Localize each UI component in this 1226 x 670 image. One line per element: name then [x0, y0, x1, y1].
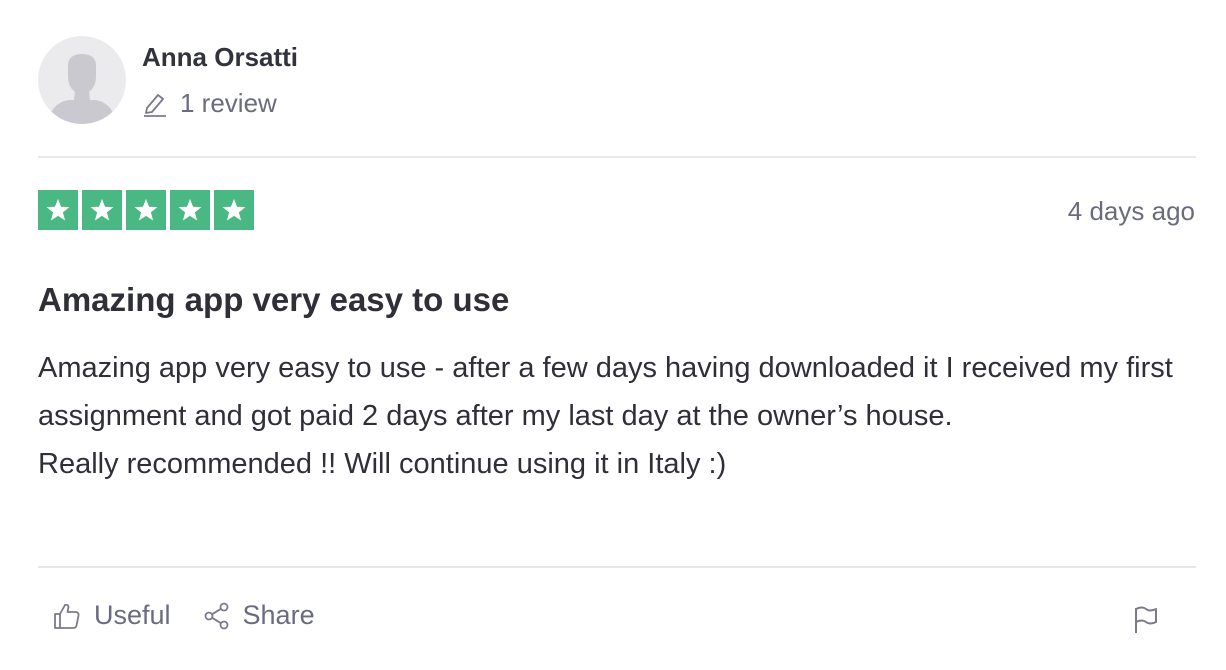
- star-icon: [178, 198, 202, 221]
- reviewer-header: Anna Orsatti 1 review: [38, 36, 1196, 126]
- review-actions: Useful Share: [52, 600, 347, 631]
- review-title[interactable]: Amazing app very easy to use: [38, 281, 509, 319]
- star-box: [38, 190, 78, 230]
- useful-label: Useful: [94, 600, 171, 630]
- pencil-icon: [144, 93, 166, 117]
- header-divider: [38, 156, 1196, 158]
- thumbs-up-icon: [54, 603, 80, 629]
- star-icon: [134, 198, 158, 221]
- review-body: Amazing app very easy to use - after a f…: [38, 344, 1188, 488]
- review-count-label: 1 review: [180, 88, 277, 118]
- star-box: [82, 190, 122, 230]
- star-icon: [222, 198, 246, 221]
- user-silhouette-icon: [48, 54, 116, 124]
- reviewer-review-count: 1 review: [142, 88, 277, 119]
- reviewer-name[interactable]: Anna Orsatti: [142, 42, 298, 73]
- star-box: [170, 190, 210, 230]
- star-box: [214, 190, 254, 230]
- star-icon: [90, 198, 114, 221]
- review-card: Anna Orsatti 1 review 4 days ago Amazing…: [0, 0, 1226, 670]
- star-icon: [46, 198, 70, 221]
- avatar[interactable]: [38, 36, 126, 124]
- review-date: 4 days ago: [1067, 196, 1195, 226]
- footer-divider: [38, 566, 1196, 568]
- share-icon: [204, 602, 228, 629]
- share-label: Share: [242, 600, 315, 630]
- share-button[interactable]: Share: [203, 600, 315, 631]
- flag-icon[interactable]: [1132, 605, 1160, 635]
- star-rating: [38, 190, 254, 230]
- star-box: [126, 190, 166, 230]
- useful-button[interactable]: Useful: [52, 600, 171, 631]
- review-body-paragraph: Amazing app very easy to use - after a f…: [38, 352, 1173, 432]
- review-body-paragraph: Really recommended !! Will continue usin…: [38, 448, 727, 480]
